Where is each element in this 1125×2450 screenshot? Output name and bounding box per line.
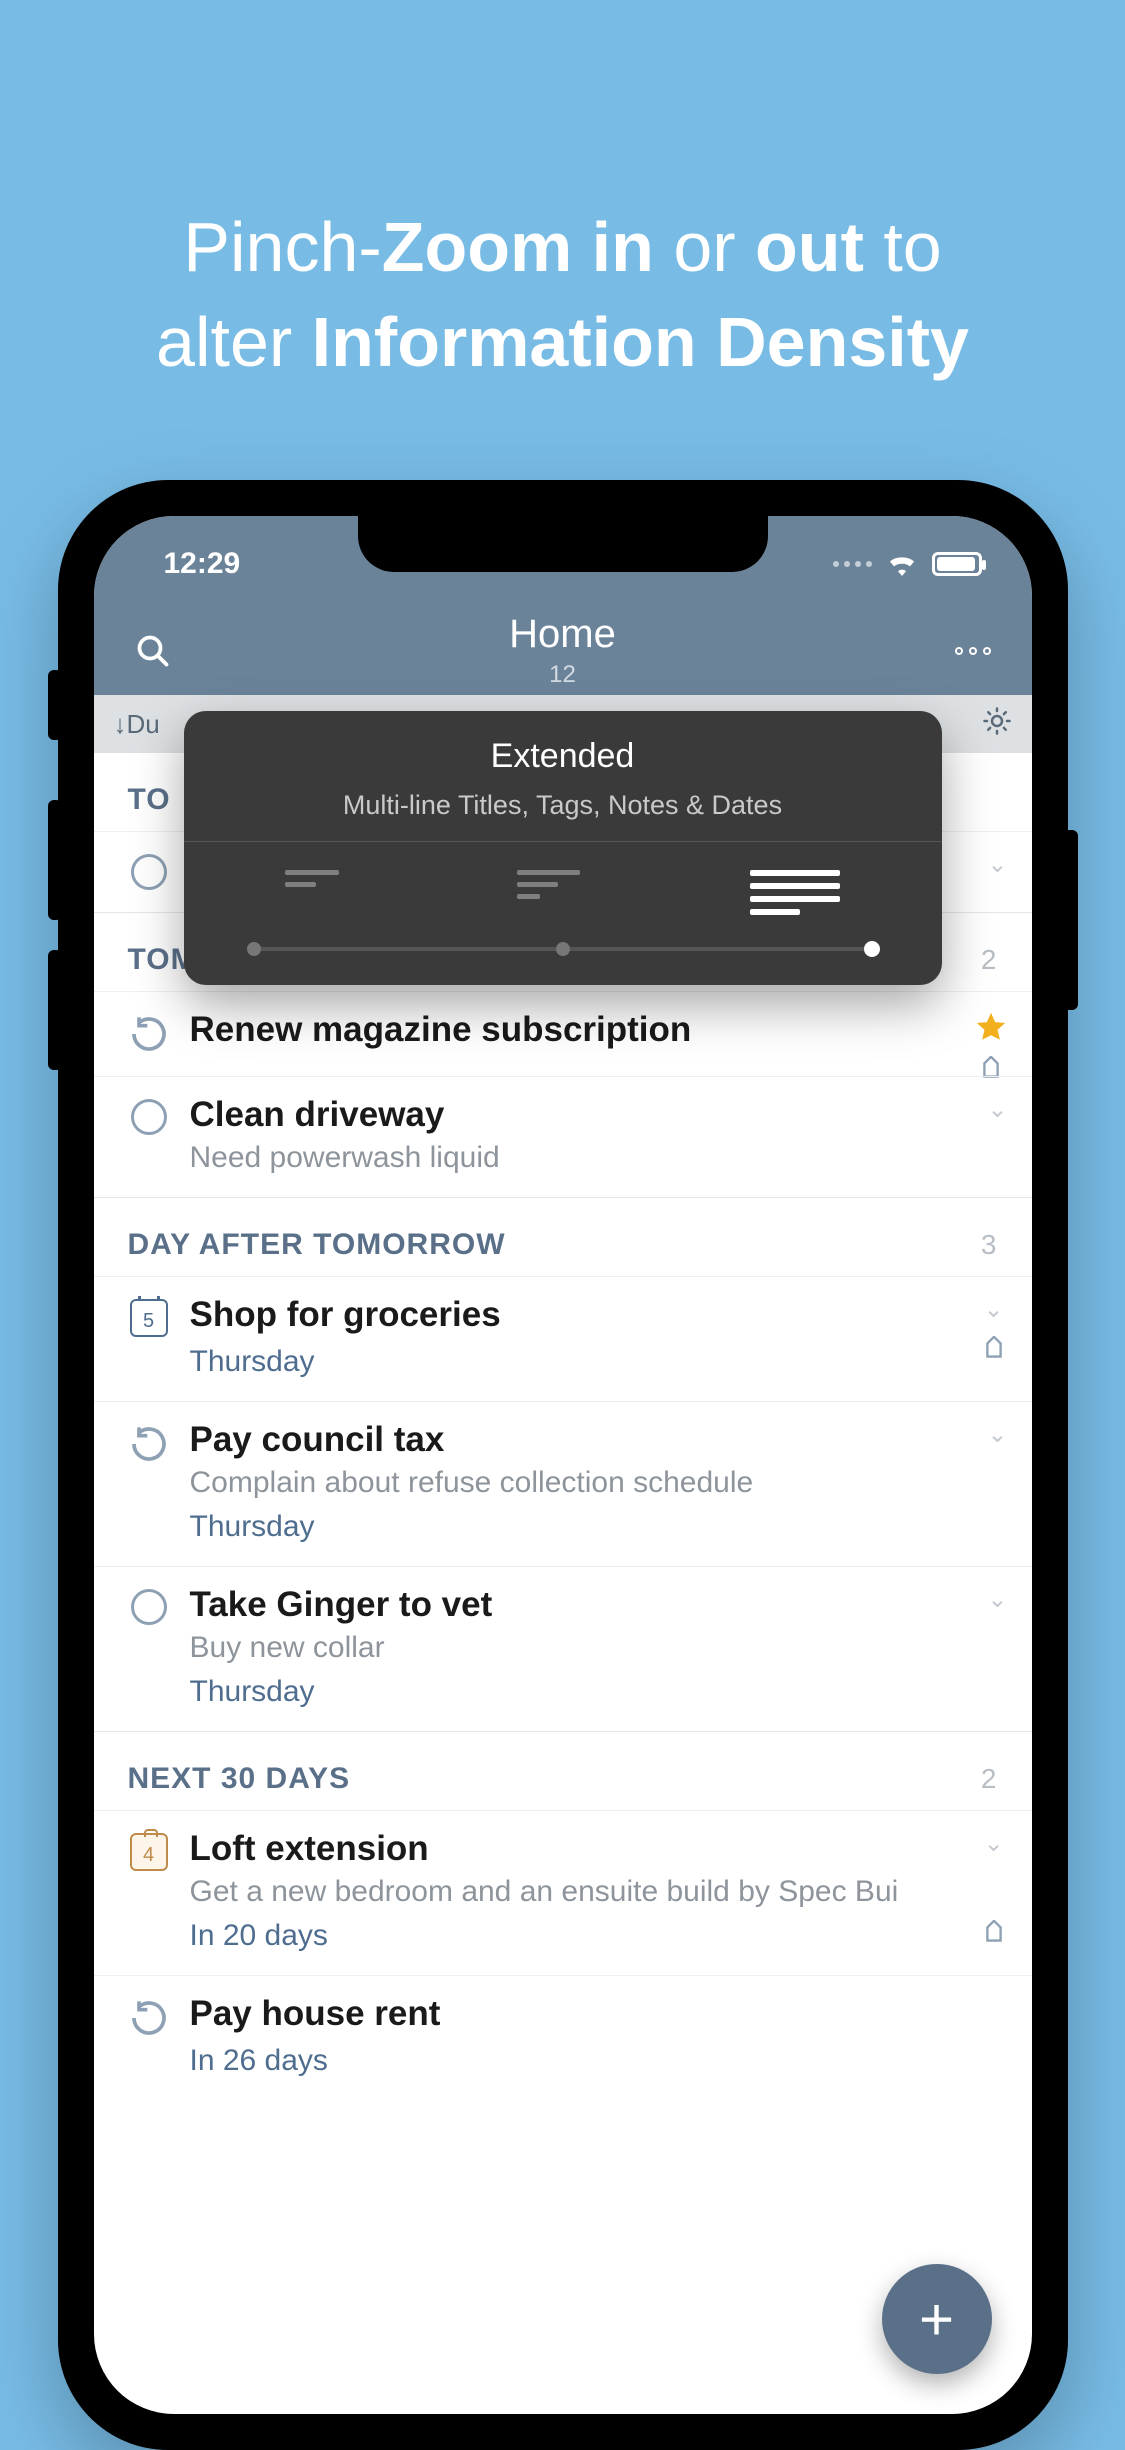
search-icon [135,633,171,669]
status-time: 12:29 [164,547,241,581]
brightness-button[interactable] [982,706,1012,743]
chevron-down-icon[interactable]: ⌄ [987,850,1007,879]
recur-icon [129,1998,169,2038]
phone-frame: 12:29 Home 12 ↓ [58,480,1068,2450]
task-row[interactable]: 5 Shop for groceries Thursday ⌄ [94,1276,1032,1401]
wifi-icon [886,552,918,576]
task-date: In 20 days [190,1919,948,1953]
notch [358,516,768,572]
task-note: Get a new bedroom and an ensuite build b… [190,1875,948,1909]
search-button[interactable] [128,626,178,676]
task-row[interactable]: Renew magazine subscription [94,991,1032,1076]
density-slider[interactable] [254,947,872,951]
chevron-down-icon[interactable]: ⌄ [987,1420,1007,1449]
plus-icon: + [919,2285,954,2354]
checkbox-icon[interactable] [131,1099,167,1135]
task-row[interactable]: Take Ginger to vet Buy new collar Thursd… [94,1566,1032,1731]
star-icon[interactable] [974,1010,1008,1044]
task-row[interactable]: Pay council tax Complain about refuse co… [94,1401,1032,1566]
section-header-next30: NEXT 30 DAYS 2 [94,1732,1032,1810]
chevron-down-icon[interactable]: ⌄ [987,1585,1007,1614]
promo-headline: Pinch-Zoom in or out to alter Informatio… [0,200,1125,389]
cellular-icon [833,561,872,567]
more-icon [955,647,991,655]
task-date: Thursday [190,1675,948,1709]
chevron-down-icon[interactable]: ⌄ [983,1829,1003,1858]
task-title: Loft extension [190,1829,948,1869]
density-option-extended[interactable] [750,870,840,915]
side-button [48,950,62,1070]
sun-icon [982,706,1012,736]
density-option-normal[interactable] [517,870,607,915]
checkbox-icon[interactable] [131,854,167,890]
recur-icon [129,1424,169,1464]
page-title: Home [178,612,948,657]
page-subtitle: 12 [178,661,948,689]
task-title: Pay house rent [190,1994,948,2034]
tag-icon [980,1920,1008,1948]
task-note: Need powerwash liquid [190,1141,948,1175]
density-option-compact[interactable] [285,870,375,915]
chevron-down-icon[interactable]: ⌄ [983,1295,1003,1324]
side-button [48,670,62,740]
task-row[interactable]: Clean driveway Need powerwash liquid ⌄ [94,1076,1032,1197]
chevron-down-icon[interactable]: ⌄ [987,1095,1007,1124]
task-row[interactable]: Pay house rent In 26 days [94,1975,1032,2100]
task-note: Complain about refuse collection schedul… [190,1466,948,1500]
task-title: Pay council tax [190,1420,948,1460]
task-date: Thursday [190,1345,948,1379]
tag-icon [980,1336,1008,1364]
sort-indicator[interactable]: ↓Du [114,709,160,740]
briefcase-icon: 4 [130,1833,168,1871]
section-header-day-after: DAY AFTER TOMORROW 3 [94,1198,1032,1276]
task-title: Clean driveway [190,1095,948,1135]
phone-screen: 12:29 Home 12 ↓ [94,516,1032,2414]
popup-title: Extended [214,737,912,776]
density-popup[interactable]: Extended Multi-line Titles, Tags, Notes … [184,711,942,985]
task-title: Take Ginger to vet [190,1585,948,1625]
task-title: Shop for groceries [190,1295,948,1335]
more-button[interactable] [948,626,998,676]
recur-icon [129,1014,169,1054]
checkbox-icon[interactable] [131,1589,167,1625]
add-task-button[interactable]: + [882,2264,992,2374]
popup-subtitle: Multi-line Titles, Tags, Notes & Dates [214,790,912,821]
slider-thumb[interactable] [864,941,880,957]
calendar-icon: 5 [130,1299,168,1337]
task-row[interactable]: 4 Loft extension Get a new bedroom and a… [94,1810,1032,1975]
task-date: Thursday [190,1510,948,1544]
task-date: In 26 days [190,2044,948,2078]
side-button [1064,830,1078,1010]
battery-icon [932,552,982,576]
task-note: Buy new collar [190,1631,948,1665]
task-title: Renew magazine subscription [190,1010,948,1050]
side-button [48,800,62,920]
